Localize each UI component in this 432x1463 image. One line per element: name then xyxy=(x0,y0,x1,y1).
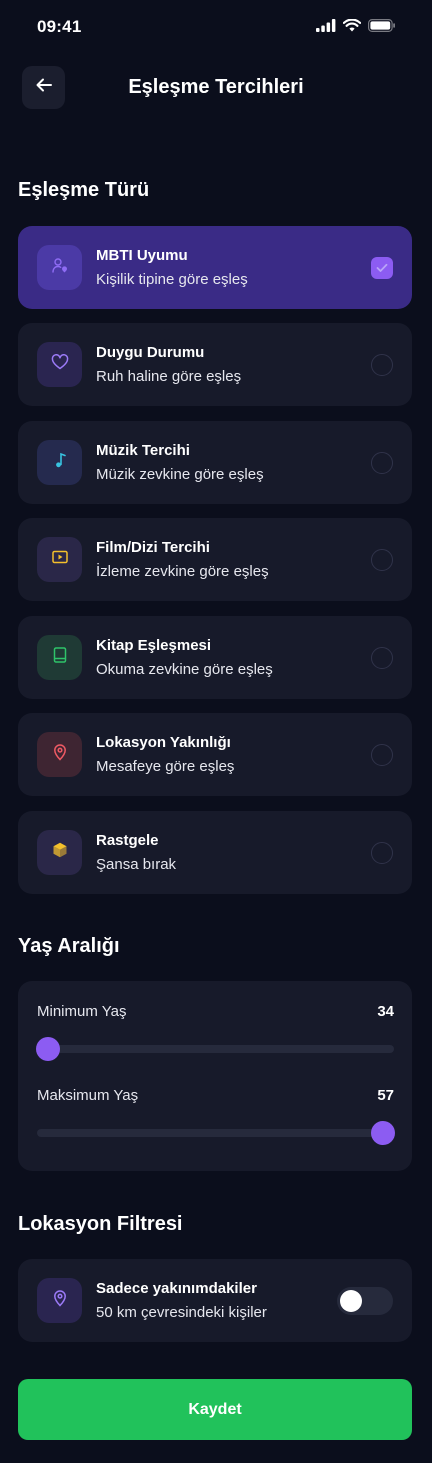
option-title: MBTI Uyumu xyxy=(96,247,188,264)
min-age-value: 34 xyxy=(377,1003,394,1020)
option-title: Lokasyon Yakınlığı xyxy=(96,734,231,751)
option-title: Kitap Eşleşmesi xyxy=(96,637,212,654)
nearby-filter-subtitle: 50 km çevresindeki kişiler xyxy=(96,1304,267,1321)
option-icon-box xyxy=(37,342,82,387)
max-age-slider[interactable] xyxy=(37,1121,396,1145)
nearby-icon-box xyxy=(37,1278,82,1323)
option-subtitle: Kişilik tipine göre eşleş xyxy=(96,271,248,288)
status-time: 09:41 xyxy=(37,17,82,36)
option-selector[interactable] xyxy=(371,452,393,474)
section-title-match-type: Eşleşme Türü xyxy=(18,179,150,201)
nearby-toggle-knob xyxy=(340,1290,362,1312)
battery-icon xyxy=(368,19,396,37)
option-selector[interactable] xyxy=(371,842,393,864)
option-subtitle: Okuma zevkine göre eşleş xyxy=(96,661,273,678)
section-title-age-range: Yaş Aralığı xyxy=(18,935,120,957)
person-pin-icon xyxy=(51,256,69,279)
nearby-filter-card: Sadece yakınımdakiler 50 km çevresindeki… xyxy=(18,1259,412,1342)
option-subtitle: Mesafeye göre eşleş xyxy=(96,758,235,775)
option-subtitle: Ruh haline göre eşleş xyxy=(96,368,242,385)
location-pin-icon xyxy=(52,1289,68,1312)
option-icon-box xyxy=(37,830,82,875)
option-icon-box xyxy=(37,635,82,680)
location-pin-icon xyxy=(52,743,68,766)
option-subtitle: Müzik zevkine göre eşleş xyxy=(96,466,264,483)
option-title: Müzik Tercihi xyxy=(96,442,190,459)
book-icon xyxy=(52,646,68,669)
option-icon-box xyxy=(37,245,82,290)
option-card-mbti[interactable]: MBTI Uyumu Kişilik tipine göre eşleş xyxy=(18,226,412,309)
option-icon-box xyxy=(37,537,82,582)
min-age-slider[interactable] xyxy=(35,1037,394,1061)
option-card-location[interactable]: Lokasyon Yakınlığı Mesafeye göre eşleş xyxy=(18,713,412,796)
screen: 09:41 Eşleşme Tercihleri Eşleşme Türü MB… xyxy=(0,0,432,1463)
option-subtitle: Şansa bırak xyxy=(96,856,177,873)
option-title: Film/Dizi Tercihi xyxy=(96,539,210,556)
option-selector[interactable] xyxy=(371,257,393,279)
music-note-icon xyxy=(52,451,68,474)
option-selector[interactable] xyxy=(371,744,393,766)
max-age-value: 57 xyxy=(377,1087,394,1104)
option-card-random[interactable]: Rastgele Şansa bırak xyxy=(18,811,412,894)
option-card-mood[interactable]: Duygu Durumu Ruh haline göre eşleş xyxy=(18,323,412,406)
heart-icon xyxy=(51,354,69,375)
option-title: Duygu Durumu xyxy=(96,344,205,361)
option-icon-box xyxy=(37,732,82,777)
option-selector[interactable] xyxy=(371,647,393,669)
status-bar: 09:41 xyxy=(0,0,432,54)
nearby-filter-title: Sadece yakınımdakiler xyxy=(96,1280,257,1297)
option-selector[interactable] xyxy=(371,354,393,376)
nearby-toggle[interactable] xyxy=(337,1287,393,1315)
max-age-slider-thumb[interactable] xyxy=(371,1121,396,1145)
option-icon-box xyxy=(37,440,82,485)
dice-icon xyxy=(51,841,69,864)
section-title-location-filter: Lokasyon Filtresi xyxy=(18,1213,183,1235)
option-card-book[interactable]: Kitap Eşleşmesi Okuma zevkine göre eşleş xyxy=(18,616,412,699)
option-title: Rastgele xyxy=(96,832,159,849)
status-icons xyxy=(316,18,396,37)
save-button[interactable]: Kaydet xyxy=(18,1379,412,1440)
option-card-music[interactable]: Müzik Tercihi Müzik zevkine göre eşleş xyxy=(18,421,412,504)
min-age-label: Minimum Yaş xyxy=(37,1003,127,1020)
page-title: Eşleşme Tercihleri xyxy=(128,76,304,98)
max-age-label: Maksimum Yaş xyxy=(37,1087,139,1104)
play-icon xyxy=(51,549,69,570)
check-icon xyxy=(376,263,388,272)
min-age-slider-thumb[interactable] xyxy=(35,1037,60,1061)
option-selector[interactable] xyxy=(371,549,393,571)
signal-icon xyxy=(316,19,336,37)
option-card-film[interactable]: Film/Dizi Tercihi İzleme zevkine göre eş… xyxy=(18,518,412,601)
option-subtitle: İzleme zevkine göre eşleş xyxy=(96,563,269,580)
wifi-icon xyxy=(342,18,362,37)
age-range-card: Minimum Yaş 34 Maksimum Yaş 57 xyxy=(18,981,412,1171)
